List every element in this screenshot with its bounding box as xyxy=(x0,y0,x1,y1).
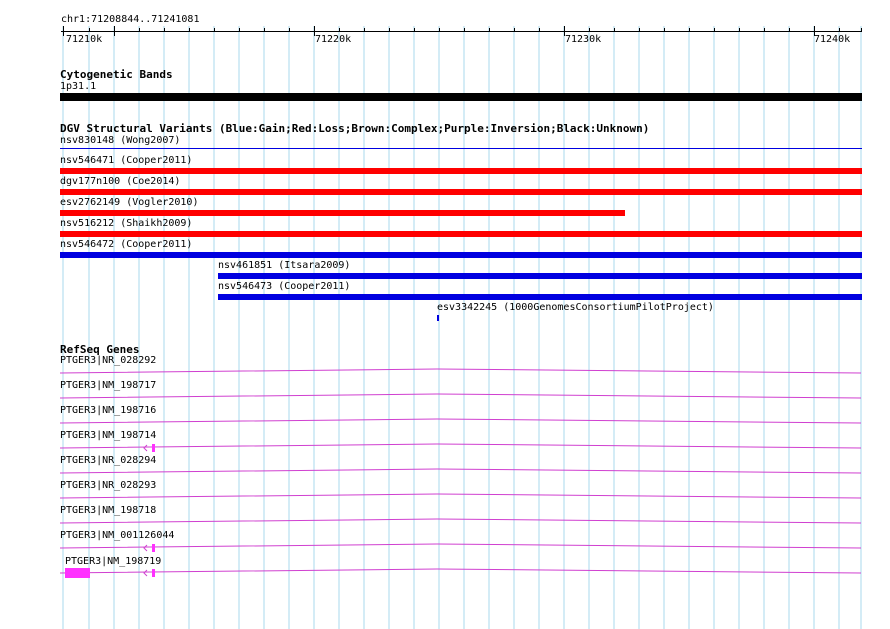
exon-block xyxy=(65,568,90,578)
strand-arrow xyxy=(143,569,148,577)
genome-browser-panel: chr1:71208844..71241081 71210k 71220k 71… xyxy=(0,0,890,629)
intron-line xyxy=(59,568,862,574)
gene-model[interactable] xyxy=(0,0,890,629)
exon-block xyxy=(152,569,155,577)
